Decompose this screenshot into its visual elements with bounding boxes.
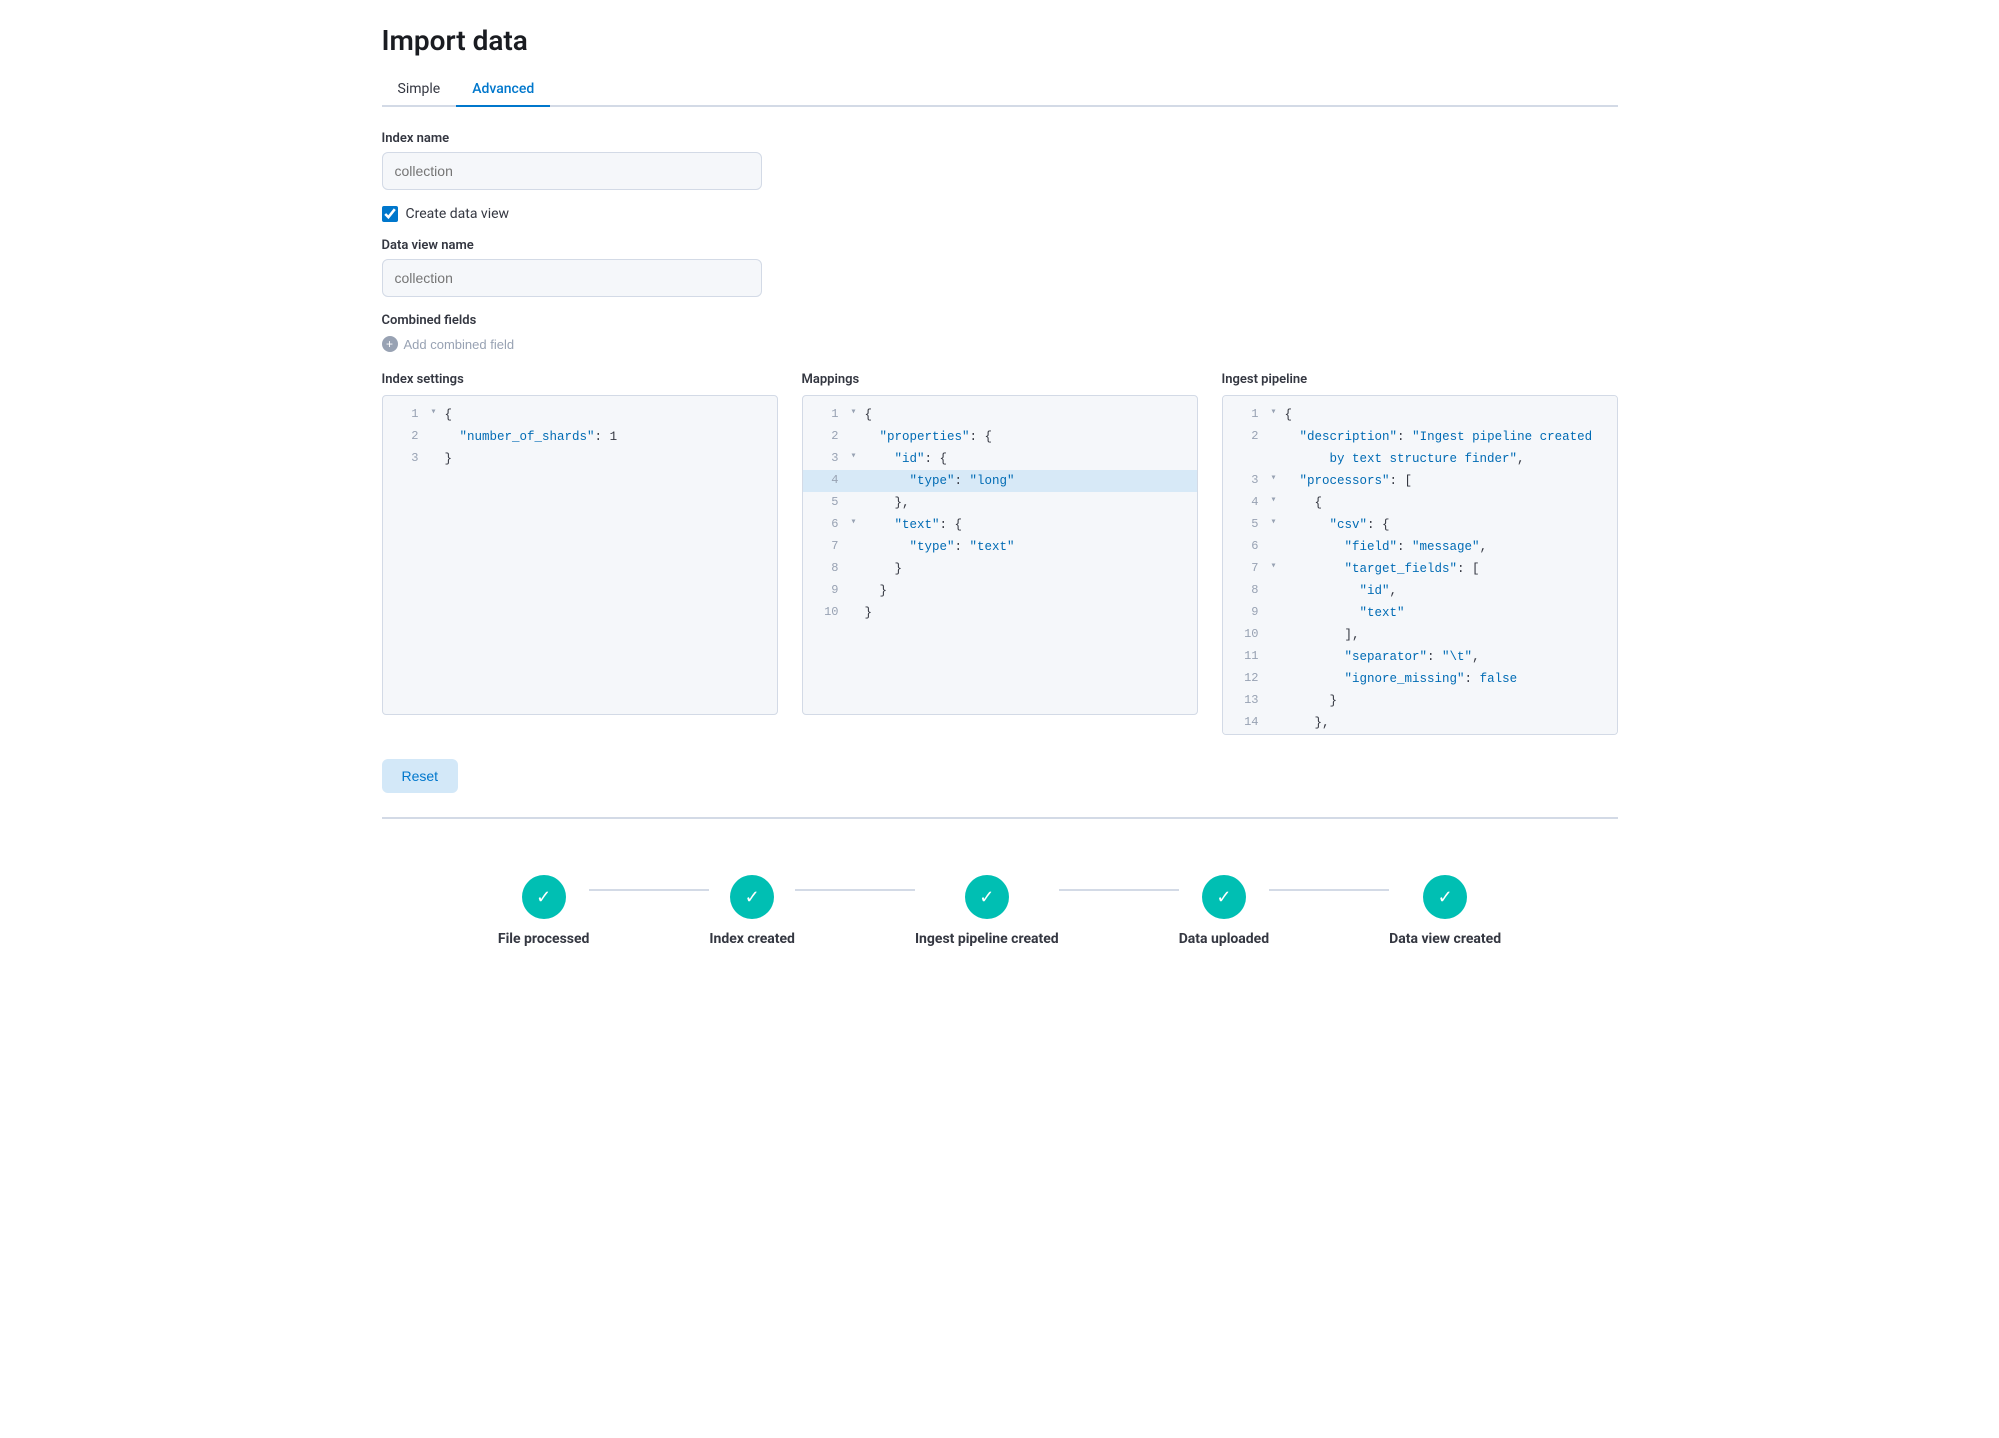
index-name-input[interactable] — [382, 152, 762, 190]
progress-connector — [589, 889, 709, 891]
add-combined-field-button[interactable]: + Add combined field — [382, 336, 515, 352]
code-line: 2 "properties": { — [803, 426, 1197, 448]
combined-fields-title: Combined fields — [382, 313, 1618, 328]
code-line: 4 "type": "long" — [803, 470, 1197, 492]
tab-advanced[interactable]: Advanced — [456, 73, 550, 107]
data-view-created-icon: ✓ — [1423, 875, 1467, 919]
code-line: 12 "ignore_missing": false — [1223, 668, 1617, 690]
code-line: 10 } — [803, 602, 1197, 624]
mappings-panel: Mappings 1 ▾ { 2 "properties": { 3 ▾ "id… — [802, 372, 1198, 735]
code-line: 5 }, — [803, 492, 1197, 514]
ingest-pipeline-created-icon: ✓ — [965, 875, 1009, 919]
code-line: 3 } — [383, 448, 777, 470]
progress-bar: ✓ File processed ✓ Index created ✓ Inges… — [382, 843, 1618, 971]
code-line: 3 ▾ "id": { — [803, 448, 1197, 470]
code-line: 7 "type": "text" — [803, 536, 1197, 558]
code-line: 8 } — [803, 558, 1197, 580]
plus-icon: + — [382, 336, 398, 352]
code-line: 9 "text" — [1223, 602, 1617, 624]
code-line: 1 ▾ { — [803, 404, 1197, 426]
mappings-title: Mappings — [802, 372, 1198, 387]
code-line: 2 "number_of_shards": 1 — [383, 426, 777, 448]
code-line: 3 ▾ "processors": [ — [1223, 470, 1617, 492]
code-line: 8 "id", — [1223, 580, 1617, 602]
mappings-editor[interactable]: 1 ▾ { 2 "properties": { 3 ▾ "id": { 4 — [802, 395, 1198, 715]
code-line: 13 } — [1223, 690, 1617, 712]
tab-simple[interactable]: Simple — [382, 73, 457, 107]
progress-step-index-created: ✓ Index created — [709, 875, 795, 947]
section-divider — [382, 817, 1618, 819]
progress-step-data-view-created: ✓ Data view created — [1389, 875, 1501, 947]
index-name-section: Index name — [382, 131, 1618, 190]
data-view-created-label: Data view created — [1389, 931, 1501, 947]
ingest-pipeline-editor[interactable]: 1 ▾ { 2 "description": "Ingest pipeline … — [1222, 395, 1618, 735]
code-line: 9 } — [803, 580, 1197, 602]
data-view-name-input[interactable] — [382, 259, 762, 297]
data-view-name-label: Data view name — [382, 238, 1618, 253]
ingest-pipeline-created-label: Ingest pipeline created — [915, 931, 1059, 947]
code-line: 10 ], — [1223, 624, 1617, 646]
progress-step-ingest-pipeline-created: ✓ Ingest pipeline created — [915, 875, 1059, 947]
create-data-view-label[interactable]: Create data view — [406, 206, 510, 222]
data-view-name-section: Data view name — [382, 238, 1618, 297]
code-line: 4 ▾ { — [1223, 492, 1617, 514]
progress-connector — [795, 889, 915, 891]
progress-connector — [1269, 889, 1389, 891]
index-name-label: Index name — [382, 131, 1618, 146]
code-line: 14 }, — [1223, 712, 1617, 734]
progress-connector — [1059, 889, 1179, 891]
code-line: 1 ▾ { — [1223, 404, 1617, 426]
index-settings-panel: Index settings 1 ▾ { 2 "number_of_shards… — [382, 372, 778, 735]
progress-step-data-uploaded: ✓ Data uploaded — [1179, 875, 1269, 947]
code-line: 6 "field": "message", — [1223, 536, 1617, 558]
code-line: 5 ▾ "csv": { — [1223, 514, 1617, 536]
tab-bar: Simple Advanced — [382, 73, 1618, 107]
create-data-view-row: Create data view — [382, 206, 1618, 222]
index-settings-editor[interactable]: 1 ▾ { 2 "number_of_shards": 1 3 } — [382, 395, 778, 715]
file-processed-icon: ✓ — [522, 875, 566, 919]
code-line: 11 "separator": "\t", — [1223, 646, 1617, 668]
code-line: 2 "description": "Ingest pipeline create… — [1223, 426, 1617, 448]
combined-fields-section: Combined fields + Add combined field — [382, 313, 1618, 352]
file-processed-label: File processed — [498, 931, 590, 947]
ingest-pipeline-panel: Ingest pipeline 1 ▾ { 2 "description": "… — [1222, 372, 1618, 735]
add-combined-field-label: Add combined field — [404, 337, 515, 352]
index-created-icon: ✓ — [730, 875, 774, 919]
code-line: 6 ▾ "text": { — [803, 514, 1197, 536]
data-uploaded-icon: ✓ — [1202, 875, 1246, 919]
ingest-pipeline-title: Ingest pipeline — [1222, 372, 1618, 387]
page-title: Import data — [382, 24, 1618, 57]
code-line: 7 ▾ "target_fields": [ — [1223, 558, 1617, 580]
progress-step-file-processed: ✓ File processed — [498, 875, 590, 947]
index-settings-title: Index settings — [382, 372, 778, 387]
editors-row: Index settings 1 ▾ { 2 "number_of_shards… — [382, 372, 1618, 735]
code-line: 1 ▾ { — [383, 404, 777, 426]
create-data-view-checkbox[interactable] — [382, 206, 398, 222]
code-line: 15 ▾ { — [1223, 734, 1617, 735]
reset-button[interactable]: Reset — [382, 759, 459, 793]
code-line: by text structure finder", — [1223, 448, 1617, 470]
data-uploaded-label: Data uploaded — [1179, 931, 1269, 947]
index-created-label: Index created — [709, 931, 795, 947]
